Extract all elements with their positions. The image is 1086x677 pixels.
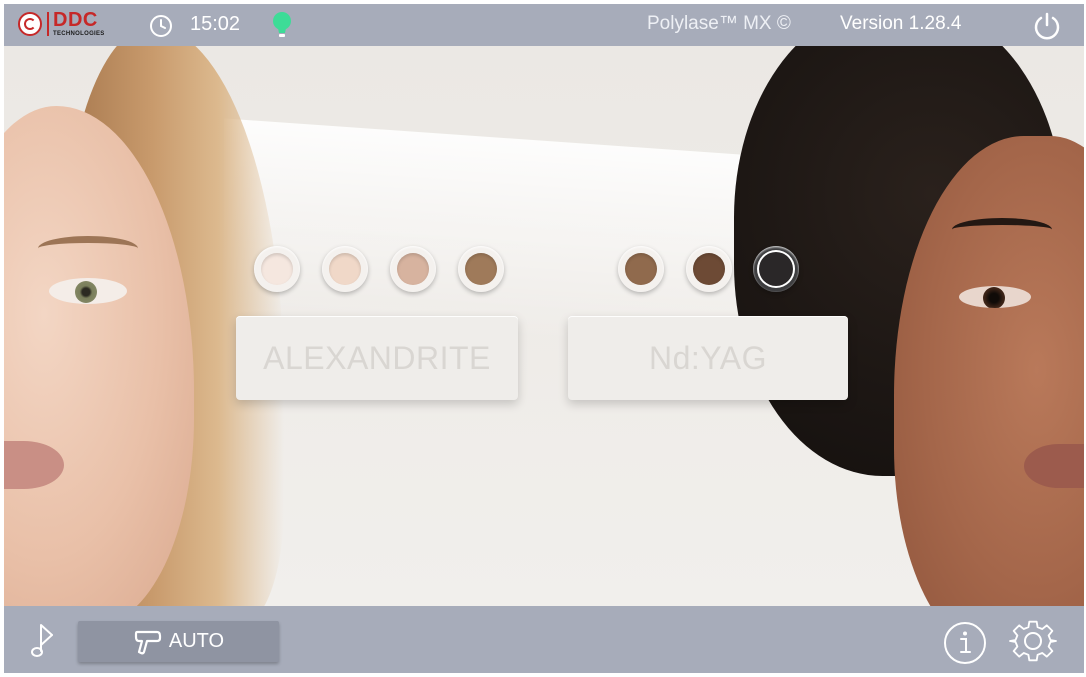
logo-brand: DDC bbox=[53, 9, 98, 31]
skin-tone-1[interactable] bbox=[254, 246, 300, 292]
skin-tone-7[interactable] bbox=[753, 246, 799, 292]
auto-handpiece-button[interactable]: AUTO bbox=[78, 621, 279, 662]
top-bar: DDC TECHNOLOGIES 15:02 Polylase™ MX © Ve… bbox=[4, 4, 1084, 46]
ddc-logo: DDC TECHNOLOGIES bbox=[18, 10, 105, 37]
ndyag-button[interactable]: Nd:YAG bbox=[568, 316, 848, 400]
clock-icon bbox=[148, 13, 174, 44]
lightbulb-icon bbox=[270, 10, 294, 45]
treatment-selection-area: ALEXANDRITE Nd:YAG bbox=[4, 46, 1084, 606]
skin-tone-4[interactable] bbox=[458, 246, 504, 292]
skin-tone-5[interactable] bbox=[618, 246, 664, 292]
clock-time: 15:02 bbox=[190, 13, 241, 35]
product-name: Polylase™ MX © bbox=[647, 13, 791, 34]
handpiece-icon bbox=[133, 628, 163, 656]
music-note-icon[interactable] bbox=[28, 621, 58, 666]
alexandrite-button[interactable]: ALEXANDRITE bbox=[236, 316, 518, 400]
skin-tone-6[interactable] bbox=[686, 246, 732, 292]
laser-app: DDC TECHNOLOGIES 15:02 Polylase™ MX © Ve… bbox=[0, 0, 1086, 677]
auto-label: AUTO bbox=[168, 630, 225, 652]
gear-icon[interactable] bbox=[1008, 618, 1058, 673]
skin-tone-3[interactable] bbox=[390, 246, 436, 292]
power-icon[interactable] bbox=[1031, 10, 1063, 47]
bottom-bar: AUTO bbox=[4, 606, 1084, 673]
version-label: Version 1.28.4 bbox=[840, 13, 962, 34]
ddc-logo-icon bbox=[18, 11, 42, 36]
info-icon[interactable] bbox=[942, 620, 988, 671]
skin-tone-2[interactable] bbox=[322, 246, 368, 292]
logo-subtitle: TECHNOLOGIES bbox=[53, 31, 105, 37]
